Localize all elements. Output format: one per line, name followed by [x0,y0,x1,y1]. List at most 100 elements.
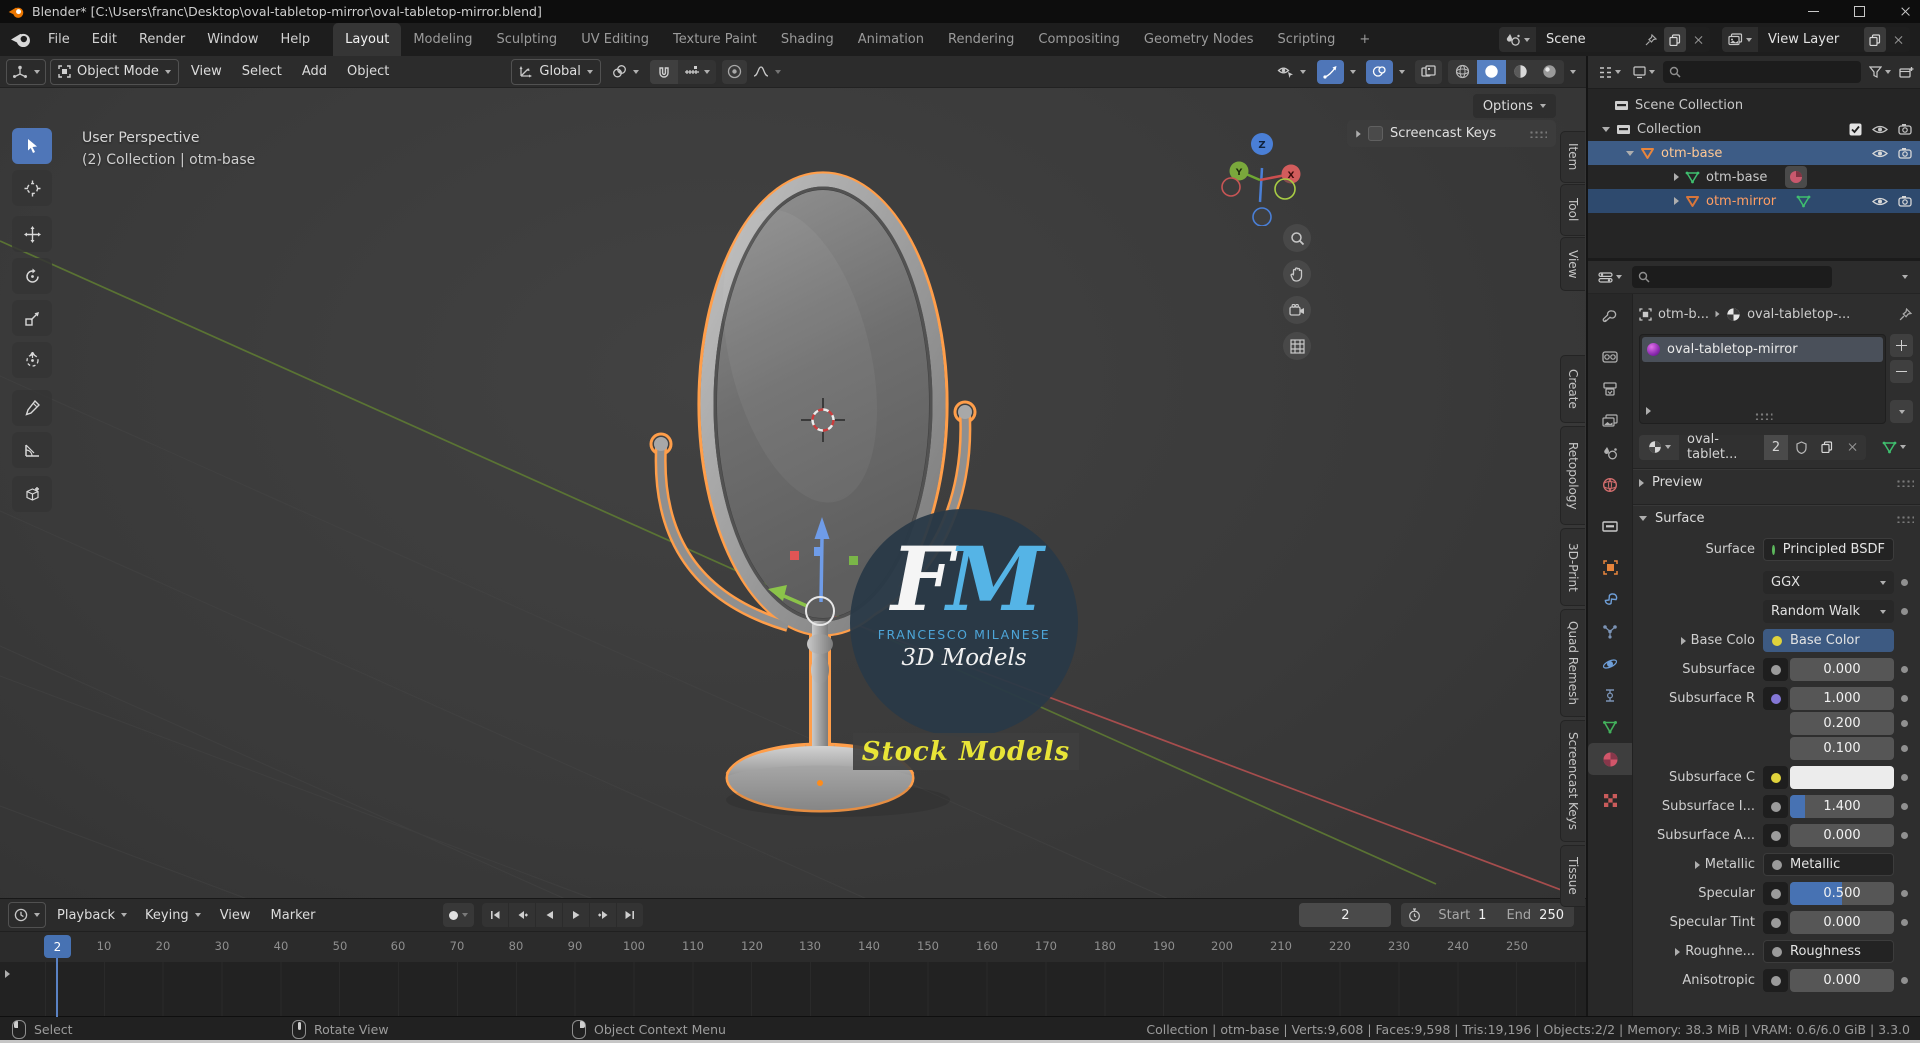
socket-button[interactable] [1763,969,1788,992]
tab-sculpting[interactable]: Sculpting [484,23,569,56]
decorator-dot[interactable] [1900,832,1908,839]
menu-window[interactable]: Window [196,23,269,56]
shading-material-button[interactable] [1506,60,1535,84]
socket-button[interactable] [1763,824,1788,847]
tab-world[interactable] [1588,469,1632,501]
viewport-3d[interactable]: Object Mode View Select Add Object Globa… [0,56,1586,907]
breadcrumb-material[interactable]: oval-tabletop-... [1747,307,1850,322]
shading-wireframe-button[interactable] [1448,60,1477,84]
timeline-tracks[interactable] [0,962,1586,1017]
tab-shading[interactable]: Shading [769,23,846,56]
decorator-dot[interactable] [1900,579,1908,586]
section-grip[interactable] [1895,514,1914,523]
start-frame-field[interactable]: Start 1 [1428,903,1496,927]
axis-x-neg-ball[interactable] [1221,177,1241,197]
decorator-dot[interactable] [1900,919,1908,926]
decorator-dot[interactable] [1900,695,1908,702]
channel-expand-icon[interactable] [5,970,10,978]
use-preview-range-toggle[interactable] [1401,903,1428,927]
scene-delete-button[interactable] [1688,27,1710,52]
list-resize-grip[interactable] [1753,411,1772,420]
sidebar-tab-item[interactable]: Item [1560,131,1585,183]
outliner-filter-button[interactable] [1865,60,1895,84]
gizmo-z-plane-handle[interactable] [814,547,823,556]
scene-pin-button[interactable] [1640,27,1662,52]
scene-new-button[interactable] [1664,27,1686,52]
link-target-dropdown[interactable] [1874,435,1914,460]
mode-dropdown[interactable]: Object Mode [50,58,179,85]
shading-rendered-button[interactable] [1535,60,1564,84]
socket-button[interactable] [1763,658,1788,681]
roughness-node-button[interactable]: Roughness [1763,940,1894,963]
tab-view-layer[interactable] [1588,405,1632,437]
proportional-falloff-dropdown[interactable] [749,60,785,84]
tab-layout[interactable]: Layout [333,23,402,56]
tab-object[interactable] [1588,551,1632,583]
menu-render[interactable]: Render [128,23,196,56]
minimize-button[interactable] [1790,0,1836,23]
sidebar-tab-tool[interactable]: Tool [1560,184,1585,236]
expand-icon[interactable] [1356,129,1361,138]
expand-icon[interactable] [1674,197,1679,205]
subsurface-radius-y[interactable]: 0.200 [1790,712,1894,735]
snap-toggle[interactable] [649,59,678,84]
outliner-row-scene-collection[interactable]: Scene Collection [1588,93,1920,117]
specular-slider[interactable]: 0.500 [1790,882,1894,905]
snap-settings-dropdown[interactable] [678,60,716,84]
tab-compositing[interactable]: Compositing [1026,23,1132,56]
xray-toggle[interactable] [1415,59,1442,84]
tab-particles[interactable] [1588,615,1632,647]
tab-tool[interactable] [1588,300,1632,332]
decorator-dot[interactable] [1900,890,1908,897]
playhead-badge[interactable]: 2 [44,935,71,958]
tab-collection-props[interactable] [1588,510,1632,542]
subsurface-radius-z[interactable]: 0.100 [1790,737,1894,760]
menu-timeline-view[interactable]: View [212,908,259,923]
socket-button[interactable] [1763,766,1788,789]
blender-app-menu[interactable] [0,31,37,48]
sidebar-tab-create[interactable]: Create [1560,355,1585,423]
sidebar-tab-3d-print[interactable]: 3D-Print [1560,528,1585,606]
subsurface-radius-x[interactable]: 1.000 [1790,687,1894,710]
sidebar-tab-tissue[interactable]: Tissue [1560,845,1585,907]
decorator-dot[interactable] [1900,745,1908,752]
tab-render[interactable] [1588,341,1632,373]
material-browse-button[interactable] [1639,434,1679,460]
socket-button[interactable] [1763,795,1788,818]
menu-edit[interactable]: Edit [81,23,128,56]
menu-view[interactable]: View [183,64,230,79]
auto-keying-toggle[interactable] [443,903,475,927]
tool-annotate[interactable] [12,390,52,426]
material-name-field[interactable]: oval-tablet... [1679,432,1764,462]
proportional-editing-toggle[interactable] [721,59,747,84]
fake-user-button[interactable] [1788,434,1814,460]
playhead-line[interactable] [56,958,58,1017]
subsurface-color-swatch[interactable] [1790,766,1894,789]
menu-help[interactable]: Help [270,23,322,56]
gizmos-toggle[interactable] [1317,59,1344,84]
expand-icon[interactable] [1674,173,1679,181]
gizmo-x-plane-handle[interactable] [790,551,799,560]
outliner-editor-type-button[interactable] [1594,60,1625,84]
surface-node-button[interactable]: Principled BSDF [1763,538,1894,561]
menu-add[interactable]: Add [294,64,335,79]
screencast-keys-panel[interactable]: Screencast Keys [1347,120,1556,147]
menu-playback[interactable]: Playback [50,903,134,927]
outliner-display-mode-button[interactable] [1629,60,1659,84]
close-button[interactable] [1882,0,1920,23]
tab-constraints[interactable] [1588,679,1632,711]
decorator-dot[interactable] [1900,977,1908,984]
slot-specials-button[interactable] [1890,400,1913,423]
surface-section-header[interactable]: Surface [1639,505,1914,532]
zoom-view-button[interactable] [1283,224,1311,252]
tool-measure[interactable] [12,432,52,468]
menu-select[interactable]: Select [234,64,290,79]
material-slot-active[interactable]: oval-tabletop-mirror [1642,337,1883,362]
jump-to-end-button[interactable] [617,903,644,927]
prev-keyframe-button[interactable] [509,903,536,927]
view-layer-browse-button[interactable] [1722,27,1758,52]
scene-browse-button[interactable] [1499,27,1536,52]
menu-object[interactable]: Object [339,64,397,79]
decorator-dot[interactable] [1900,803,1908,810]
hide-eye-icon[interactable] [1872,148,1888,159]
